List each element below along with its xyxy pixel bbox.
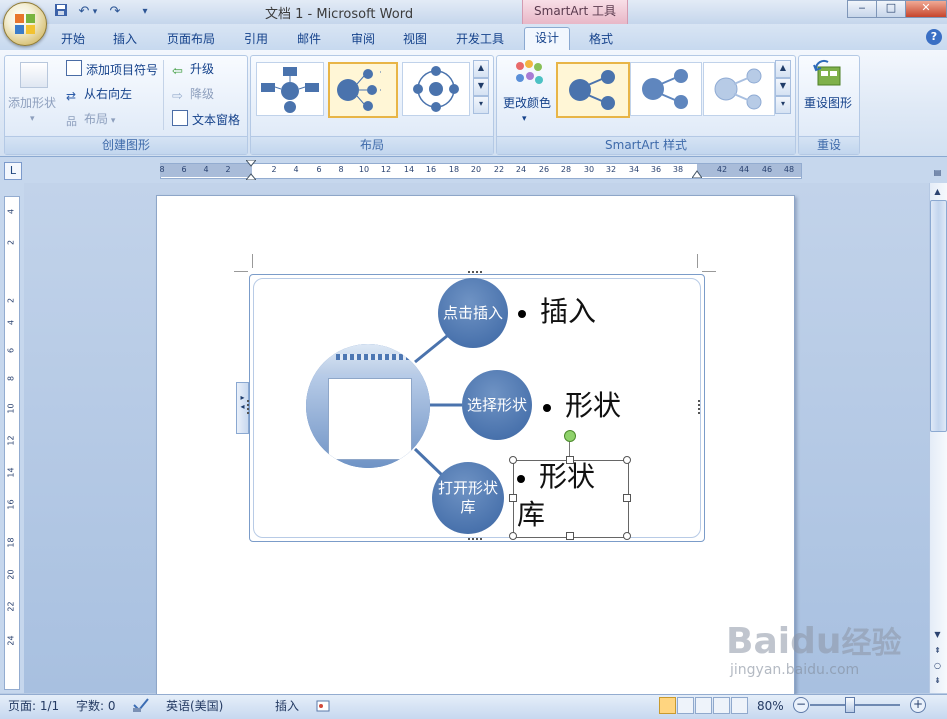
resize-handle-w[interactable] [509,494,517,502]
node-text-1-label: 插入 [540,295,597,328]
ruler-toggle-icon[interactable]: ▤ [930,166,945,180]
resize-handle-nw[interactable] [509,456,517,464]
resize-handle-s[interactable] [566,532,574,540]
node-circle-3[interactable]: 打开形状库 [432,462,504,534]
proofing-icon[interactable] [132,697,150,715]
node-text-3[interactable]: 形状库 [517,458,609,534]
resize-handle-ne[interactable] [623,456,631,464]
resize-handle-n[interactable] [566,456,574,464]
zoom-level[interactable]: 80% [757,697,784,715]
resize-handle-e[interactable] [623,494,631,502]
node-circle-1[interactable]: 点击插入 [438,278,508,348]
word-count[interactable]: 字数: 0 [76,697,116,715]
resize-handle-sw[interactable] [509,532,517,540]
watermark-url: jingyan.baidu.com [730,662,860,678]
insert-mode-indicator[interactable]: 插入 [275,697,299,715]
node-text-1[interactable]: 插入 [518,290,596,330]
picture-placeholder-circle[interactable] [306,344,430,468]
node-text-3-label: 形状库 [517,460,596,531]
resize-handle-se[interactable] [623,532,631,540]
node-text-2-label: 形状 [565,389,622,422]
select-browse-object-button[interactable]: ○ [930,659,945,673]
previous-page-button[interactable]: ⇞ [930,644,945,658]
office-logo-icon [15,14,35,34]
watermark-brand-cn: 经验 [841,626,902,661]
web-layout-view-button[interactable] [695,697,712,714]
office-button[interactable] [3,2,47,46]
outline-view-button[interactable] [713,697,730,714]
node-circle-2[interactable]: 选择形状 [462,370,532,440]
full-screen-reading-view-button[interactable] [677,697,694,714]
bullet-icon [543,403,551,412]
print-layout-view-button[interactable] [659,697,676,714]
vertical-scroll-thumb[interactable] [930,200,947,432]
rotate-handle[interactable] [564,430,576,442]
zoom-in-button[interactable]: + [910,697,926,713]
zoom-slider-thumb[interactable] [845,697,855,713]
draft-view-button[interactable] [731,697,748,714]
node-text-2[interactable]: 形状 [543,384,621,424]
next-page-button[interactable]: ⇟ [930,674,945,688]
scroll-up-button[interactable]: ▲ [930,185,945,199]
page-count[interactable]: 页面: 1/1 [8,697,59,715]
scroll-down-button[interactable]: ▼ [930,628,945,642]
bullet-icon [518,309,526,318]
bullet-icon [517,474,525,483]
watermark-brand: Baidu [726,621,842,662]
zoom-out-button[interactable]: − [793,697,809,713]
watermark: Baidu经验 jingyan.baidu.com [726,618,901,678]
smartart-connectors [413,334,462,478]
language-indicator[interactable]: 英语(美国) [166,697,223,715]
zoom-slider-track[interactable] [810,704,900,706]
macro-record-icon[interactable] [316,697,330,715]
